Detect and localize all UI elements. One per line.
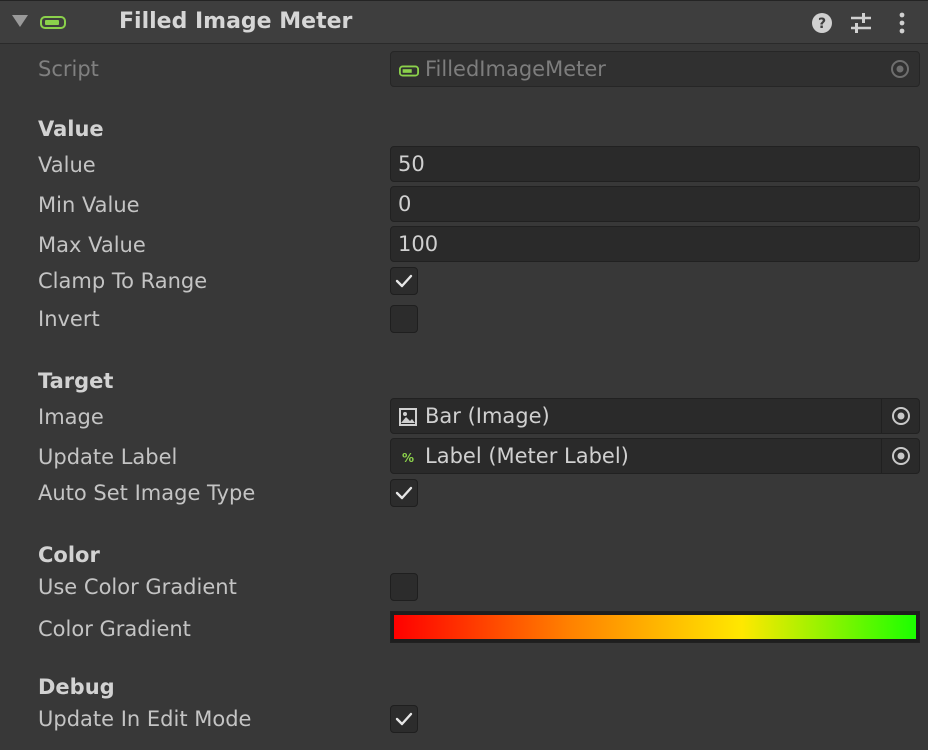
min-value-input[interactable]: 0 [390, 186, 920, 222]
section-color-header: Color [38, 543, 100, 567]
component-title: Filled Image Meter [119, 9, 353, 34]
script-field: FilledImageMeter [390, 51, 920, 87]
script-icon [399, 65, 419, 77]
auto-set-image-type-checkbox[interactable] [390, 479, 418, 507]
settings-icon[interactable] [849, 11, 873, 35]
image-object-field[interactable]: Bar (Image) [390, 398, 920, 434]
checkmark-icon [395, 486, 413, 500]
update-label-object-field[interactable]: % Label (Meter Label) [390, 438, 920, 474]
percent-script-icon: % [402, 451, 414, 465]
section-debug-header: Debug [38, 675, 115, 699]
script-picker [881, 52, 919, 86]
update-label-picker-button[interactable] [881, 439, 919, 473]
checkmark-icon [395, 274, 413, 288]
target-picker-icon [892, 407, 910, 425]
image-picker-button[interactable] [881, 399, 919, 433]
update-label-label: Update Label [38, 445, 178, 469]
use-color-gradient-label: Use Color Gradient [38, 575, 237, 599]
image-label: Image [38, 405, 104, 429]
image-icon [399, 408, 417, 426]
section-target-header: Target [38, 369, 114, 393]
menu-icon[interactable] [890, 11, 914, 35]
script-value: FilledImageMeter [425, 57, 606, 81]
value-label: Value [38, 153, 96, 177]
component-header[interactable]: Filled Image Meter ? [0, 0, 928, 44]
max-value-input[interactable]: 100 [390, 226, 920, 262]
gradient-swatch [394, 615, 916, 639]
help-icon[interactable]: ? [810, 11, 834, 35]
meter-component-icon [40, 16, 66, 29]
min-value-label: Min Value [38, 193, 140, 217]
checkmark-icon [395, 712, 413, 726]
svg-text:?: ? [818, 16, 826, 32]
foldout-arrow-icon[interactable] [12, 15, 28, 27]
min-value-input-text[interactable]: 0 [398, 191, 411, 217]
color-gradient-label: Color Gradient [38, 617, 191, 641]
max-value-label: Max Value [38, 233, 146, 257]
update-in-edit-mode-label: Update In Edit Mode [38, 707, 252, 731]
update-label-object-value: Label (Meter Label) [425, 444, 629, 468]
image-object-value: Bar (Image) [425, 404, 550, 428]
section-value-header: Value [38, 117, 104, 141]
use-color-gradient-checkbox[interactable] [390, 573, 418, 601]
value-input-text[interactable]: 50 [398, 151, 425, 177]
update-in-edit-mode-checkbox[interactable] [390, 705, 418, 733]
auto-set-image-type-label: Auto Set Image Type [38, 481, 256, 505]
max-value-input-text[interactable]: 100 [398, 231, 438, 257]
invert-label: Invert [38, 307, 100, 331]
value-input[interactable]: 50 [390, 146, 920, 182]
svg-text:%: % [402, 451, 414, 465]
invert-checkbox[interactable] [390, 305, 418, 333]
script-label: Script [38, 57, 99, 81]
color-gradient-field[interactable] [390, 611, 920, 643]
clamp-to-range-checkbox[interactable] [390, 267, 418, 295]
clamp-to-range-label: Clamp To Range [38, 269, 208, 293]
target-picker-icon [892, 447, 910, 465]
